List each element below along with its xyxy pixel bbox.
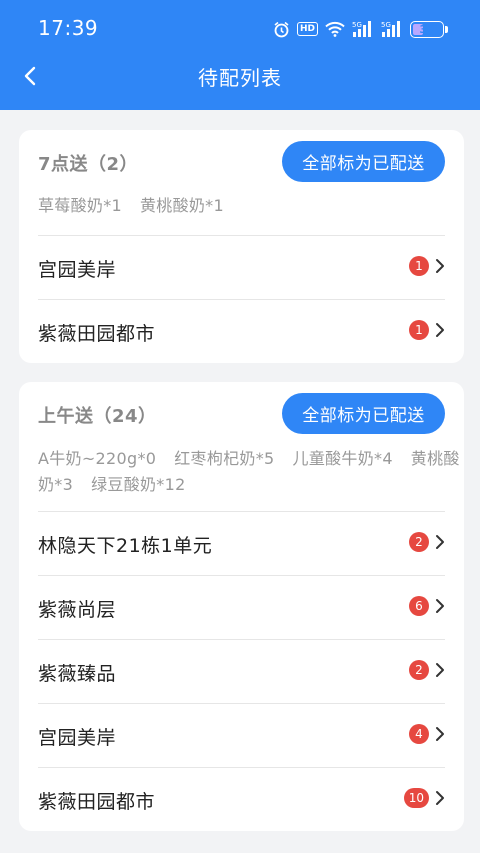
product-tag: 儿童酸牛奶*4 <box>292 449 393 468</box>
item-meta: 1 <box>409 256 445 276</box>
app-header: 17:39 HD 5G 5G 36 待配列表 <box>0 0 480 110</box>
wifi-icon <box>325 21 345 37</box>
item-meta: 4 <box>409 724 445 744</box>
status-icons: HD 5G 5G 36 <box>273 18 448 40</box>
alarm-icon <box>273 21 290 38</box>
signal-5g-label: 5G <box>352 21 362 29</box>
battery-icon: 36 <box>410 20 448 38</box>
chevron-right-icon <box>436 663 444 677</box>
chevron-right-icon <box>436 727 444 741</box>
product-summary: A牛奶~220g*0 红枣枸杞奶*5 儿童酸牛奶*4 黄桃酸奶*3 绿豆酸奶*12 <box>38 446 460 498</box>
address-name: 紫薇田园都市 <box>38 323 156 345</box>
chevron-right-icon <box>436 259 444 273</box>
product-summary: 草莓酸奶*1 黄桃酸奶*1 <box>38 193 460 219</box>
address-name: 紫薇田园都市 <box>38 791 156 813</box>
count-badge: 4 <box>409 724 429 744</box>
signal-5g-icon: 5G <box>352 20 374 38</box>
list-item[interactable]: 紫薇田园都市 10 <box>38 767 445 831</box>
mark-all-delivered-button[interactable]: 全部标为已配送 <box>282 393 445 434</box>
product-tag: 草莓酸奶*1 <box>38 196 122 215</box>
address-list: 宫园美岸 1 紫薇田园都市 1 <box>38 235 445 363</box>
address-name: 紫薇臻品 <box>38 663 117 685</box>
count-badge: 1 <box>409 256 429 276</box>
address-name: 宫园美岸 <box>38 259 117 281</box>
item-meta: 6 <box>409 596 445 616</box>
chevron-right-icon <box>436 323 444 337</box>
list-item[interactable]: 宫园美岸 1 <box>38 235 445 299</box>
item-meta: 2 <box>409 532 445 552</box>
delivery-group-card: 7点送（2） 全部标为已配送 草莓酸奶*1 黄桃酸奶*1 宫园美岸 1 紫薇田园都… <box>19 130 464 363</box>
nav-bar: 待配列表 <box>0 56 480 96</box>
product-tag: 红枣枸杞奶*5 <box>174 449 275 468</box>
address-name: 宫园美岸 <box>38 727 117 749</box>
group-title: 7点送（2） <box>38 154 139 175</box>
product-tag: 黄桃酸奶*1 <box>139 196 224 215</box>
address-name: 林隐天下21栋1单元 <box>38 535 213 557</box>
signal-5g-icon: 5G <box>381 20 403 38</box>
list-item[interactable]: 宫园美岸 4 <box>38 703 445 767</box>
count-badge: 10 <box>403 788 429 808</box>
address-list: 林隐天下21栋1单元 2 紫薇尚层 6 紫薇臻品 2 宫园美岸 4 紫薇田园都市… <box>38 511 445 831</box>
count-badge: 2 <box>409 660 429 680</box>
group-title: 上午送（24） <box>38 406 157 427</box>
signal-5g-label: 5G <box>381 21 391 29</box>
chevron-right-icon <box>436 535 444 549</box>
battery-level: 36 <box>419 22 435 36</box>
chevron-right-icon <box>436 791 444 805</box>
hd-icon: HD <box>296 22 318 36</box>
count-badge: 6 <box>409 596 429 616</box>
item-meta: 10 <box>403 788 445 808</box>
item-meta: 2 <box>409 660 445 680</box>
item-meta: 1 <box>409 320 445 340</box>
product-tag: A牛奶~220g*0 <box>38 449 157 468</box>
delivery-group-card: 上午送（24） 全部标为已配送 A牛奶~220g*0 红枣枸杞奶*5 儿童酸牛奶*4… <box>19 382 464 831</box>
product-tag: 绿豆酸奶*12 <box>91 475 186 494</box>
address-name: 紫薇尚层 <box>38 599 117 621</box>
status-bar: 17:39 HD 5G 5G 36 <box>0 0 480 56</box>
chevron-right-icon <box>436 599 444 613</box>
page-title: 待配列表 <box>198 66 282 90</box>
list-item[interactable]: 紫薇尚层 6 <box>38 575 445 639</box>
count-badge: 1 <box>409 320 429 340</box>
mark-all-delivered-button[interactable]: 全部标为已配送 <box>282 141 445 182</box>
list-item[interactable]: 林隐天下21栋1单元 2 <box>38 511 445 575</box>
list-item[interactable]: 紫薇臻品 2 <box>38 639 445 703</box>
list-item[interactable]: 紫薇田园都市 1 <box>38 299 445 363</box>
count-badge: 2 <box>409 532 429 552</box>
status-time: 17:39 <box>38 16 99 40</box>
